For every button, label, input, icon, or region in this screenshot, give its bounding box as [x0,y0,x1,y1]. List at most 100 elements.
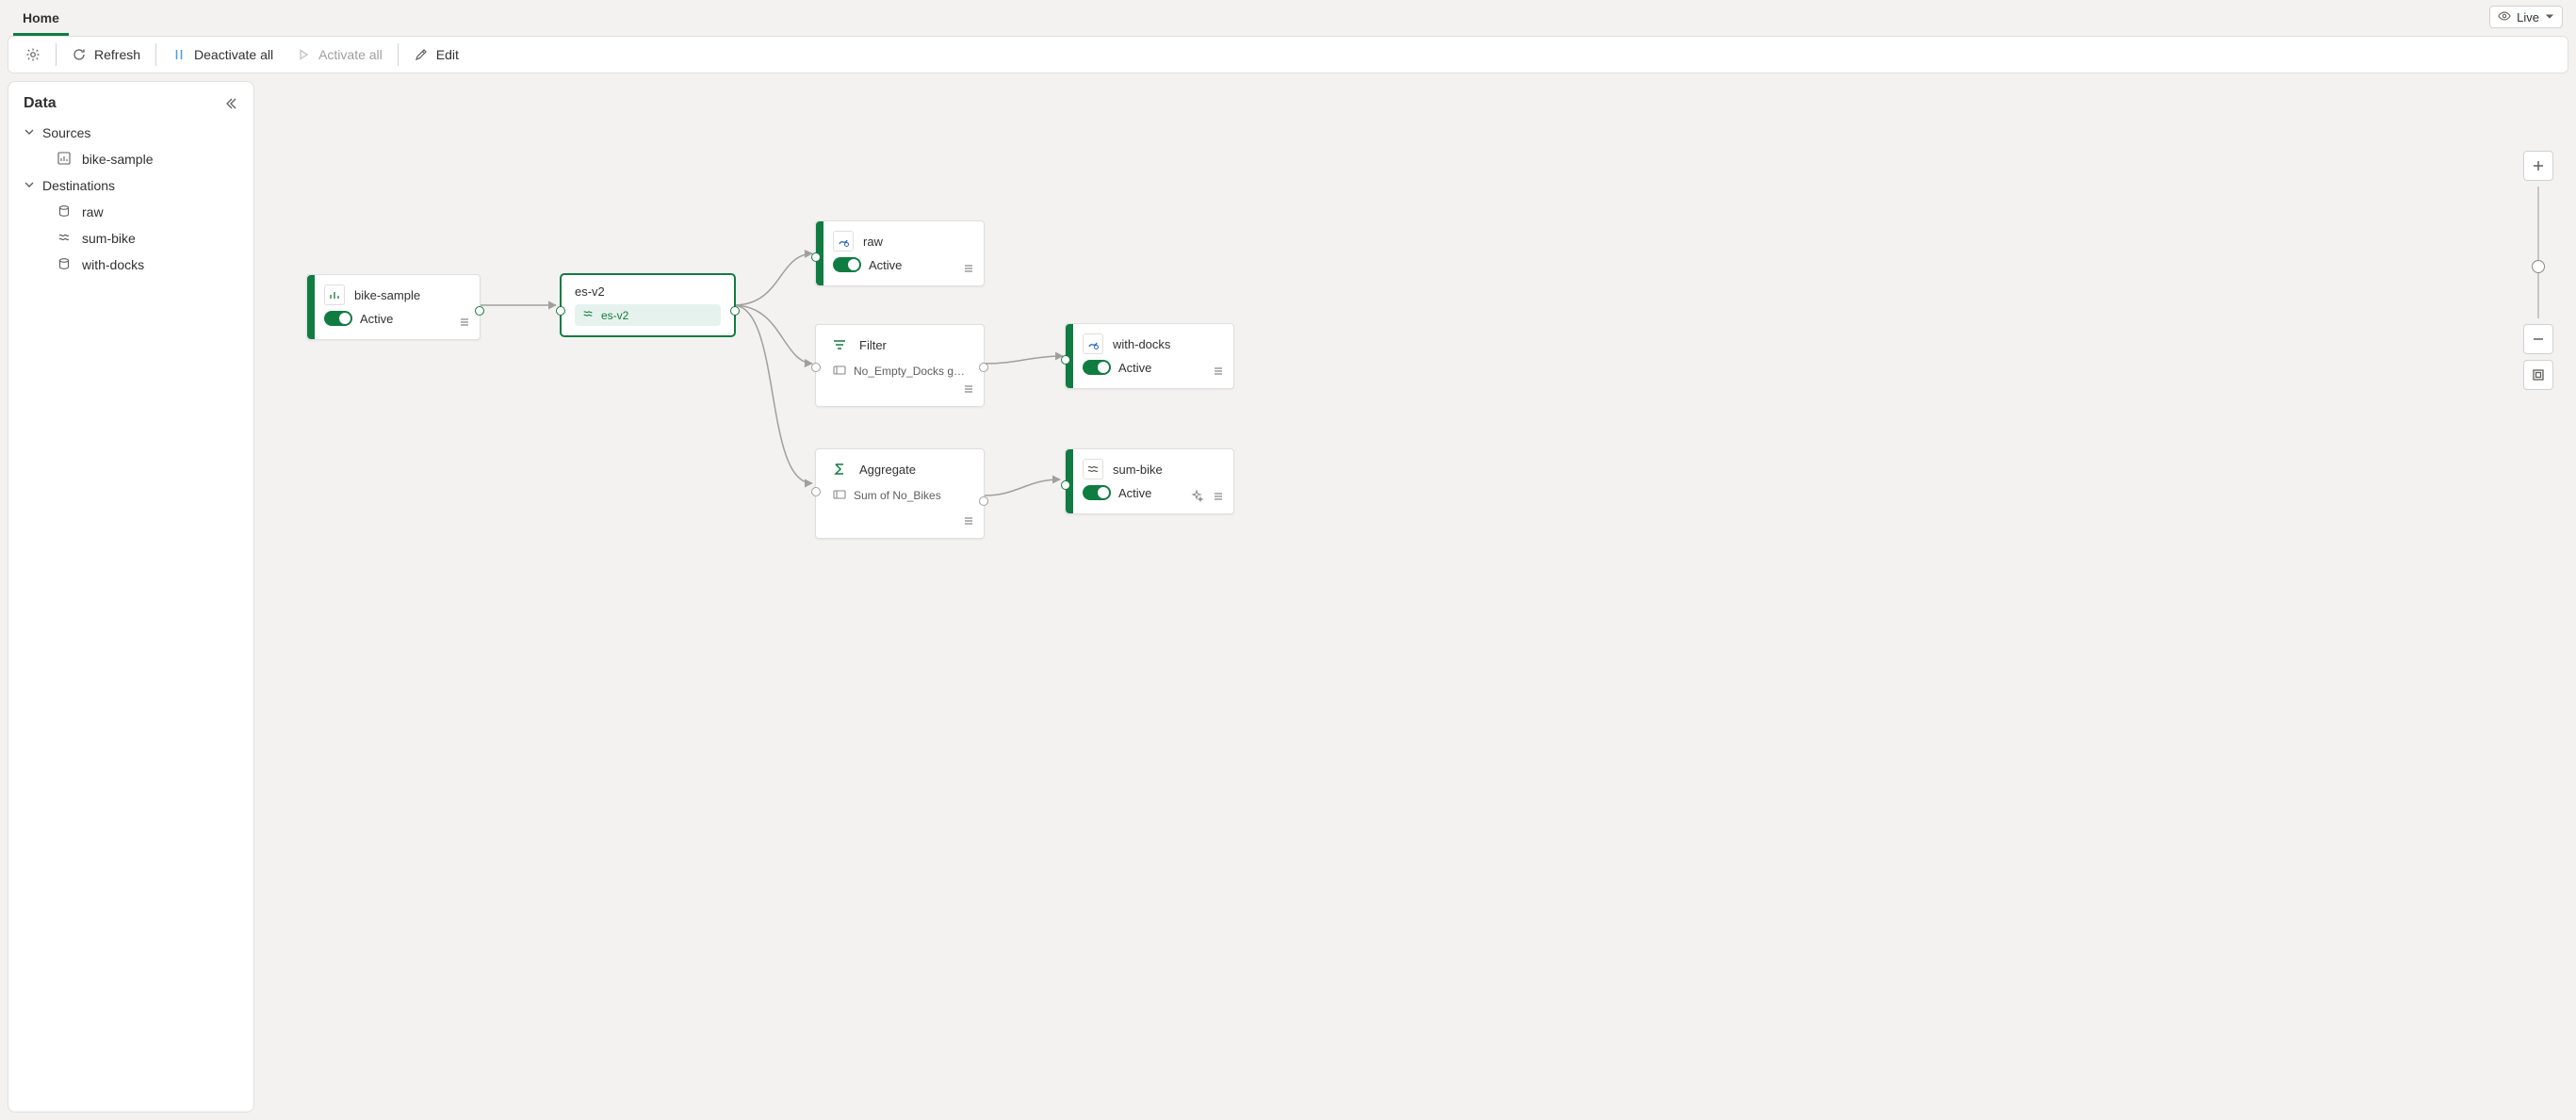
drag-handle-icon[interactable] [961,261,976,276]
destination-item-sum-bike[interactable]: sum-bike [8,225,253,252]
tab-home[interactable]: Home [13,3,69,36]
node-title: Filter [859,338,887,352]
activate-all-label: Activate all [318,47,383,62]
sigma-icon [829,459,850,479]
node-title: bike-sample [354,288,420,302]
refresh-label: Refresh [94,47,140,62]
sources-group[interactable]: Sources [8,120,253,146]
active-toggle[interactable] [833,257,861,272]
drag-handle-icon[interactable] [457,315,472,330]
node-with-docks[interactable]: with-docks Active [1065,323,1234,389]
settings-button[interactable] [14,40,52,70]
panel-title: Data [24,95,57,112]
output-port[interactable] [979,363,988,372]
input-port[interactable] [1061,480,1070,490]
node-bike-sample[interactable]: bike-sample Active [306,274,481,340]
stream-icon [582,308,594,322]
node-title: es-v2 [575,284,605,299]
zoom-slider[interactable] [2537,187,2539,318]
flow-canvas[interactable]: bike-sample Active es-v2 es-v2 [254,81,2568,1112]
deactivate-all-label: Deactivate all [194,47,273,62]
node-status: Active [1118,361,1151,375]
live-dropdown[interactable]: Live [2489,6,2563,28]
destinations-label: Destinations [42,178,115,193]
edit-icon [414,47,429,62]
chart-icon [57,152,73,167]
node-rule: No_Empty_Docks greater t... [854,365,967,378]
deactivate-all-button[interactable]: Deactivate all [160,40,285,70]
toolbar-separator [398,43,399,66]
collapse-panel-icon[interactable] [223,96,238,111]
output-port[interactable] [979,496,988,506]
sources-label: Sources [42,125,90,140]
drag-handle-icon[interactable] [1211,364,1226,379]
refresh-icon [72,47,87,62]
lakehouse-icon [1083,333,1103,354]
toolbar-separator [56,43,57,66]
edit-label: Edit [436,47,459,62]
play-icon [296,47,311,62]
node-status: Active [1118,486,1151,500]
database-icon [57,204,73,219]
node-pill-label: es-v2 [601,309,628,322]
database-icon [57,257,73,272]
output-port[interactable] [730,306,740,316]
node-aggregate[interactable]: Aggregate Sum of No_Bikes [815,448,985,539]
stream-icon [57,231,73,246]
node-es-v2[interactable]: es-v2 es-v2 [561,274,735,336]
input-port[interactable] [1061,355,1070,365]
destination-item-with-docks[interactable]: with-docks [8,252,253,278]
zoom-in-button[interactable] [2523,151,2553,181]
active-toggle[interactable] [1083,360,1111,375]
drag-handle-icon[interactable] [961,513,976,528]
destination-item-label: raw [82,204,104,219]
node-sum-bike[interactable]: sum-bike Active [1065,448,1234,514]
node-filter[interactable]: Filter No_Empty_Docks greater t... [815,324,985,407]
drag-handle-icon[interactable] [961,381,976,397]
node-rule: Sum of No_Bikes [854,489,941,502]
input-port[interactable] [811,487,821,496]
destination-item-raw[interactable]: raw [8,199,253,225]
source-item-bike-sample[interactable]: bike-sample [8,146,253,172]
input-port[interactable] [811,363,821,372]
destinations-group[interactable]: Destinations [8,172,253,199]
refresh-button[interactable]: Refresh [60,40,152,70]
field-icon [833,365,846,378]
tab-bar: Home Live [0,0,2576,36]
active-toggle[interactable] [1083,485,1111,500]
live-label: Live [2517,10,2539,24]
zoom-slider-knob[interactable] [2532,260,2545,273]
node-title: raw [863,235,883,249]
chevron-down-icon [2545,10,2554,24]
node-title: Aggregate [859,463,916,477]
node-status: Active [869,258,902,272]
edges-layer [254,81,2568,1112]
node-raw[interactable]: raw Active [815,220,985,286]
node-status: Active [360,312,393,326]
chevron-down-icon [24,178,35,193]
edit-button[interactable]: Edit [402,40,470,70]
gear-icon [25,47,41,62]
zoom-out-button[interactable] [2523,324,2553,354]
toolbar-separator [155,43,156,66]
filter-icon [829,334,850,355]
pause-icon [171,47,187,62]
output-port[interactable] [475,306,484,316]
node-title: sum-bike [1113,463,1163,477]
fit-to-screen-button[interactable] [2523,360,2553,390]
active-toggle[interactable] [324,311,352,326]
data-panel: Data Sources bike-sample Destinations [8,81,254,1112]
zoom-controls [2523,151,2553,390]
input-port[interactable] [556,306,565,316]
input-port[interactable] [811,252,821,262]
drag-handle-icon[interactable] [1211,489,1226,504]
chart-icon [324,284,345,305]
destination-item-label: with-docks [82,257,144,272]
node-stripe [307,275,315,339]
activate-all-button[interactable]: Activate all [285,40,394,70]
destination-item-label: sum-bike [82,231,136,246]
source-item-label: bike-sample [82,152,153,167]
eye-icon [2498,9,2511,25]
sparkle-icon[interactable] [1190,489,1205,504]
stream-icon [1083,459,1103,479]
